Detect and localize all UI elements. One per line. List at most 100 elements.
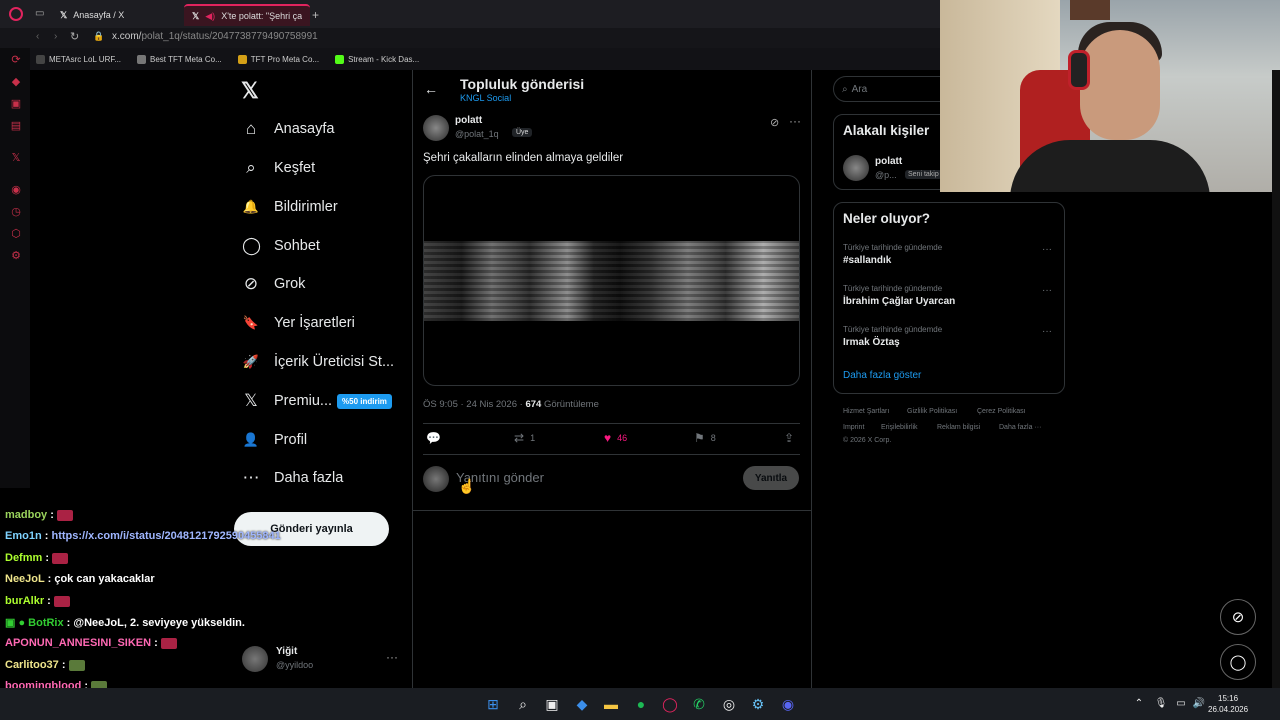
bookmark-metasrc[interactable]: METAsrc LoL URF...	[36, 54, 121, 64]
nav-chat[interactable]: ◯ Sohbet	[242, 232, 320, 260]
tab-home[interactable]: 𝕏 Anasayfa / X	[52, 4, 180, 26]
post-media[interactable]	[423, 175, 800, 386]
footer-link[interactable]: Reklam bilgisi	[937, 424, 980, 431]
network-icon[interactable]: ▭	[1172, 695, 1190, 713]
opera-icon[interactable]: ◯	[661, 695, 679, 713]
nav-premium[interactable]: 𝕏 Premiu...	[242, 387, 332, 415]
folder-icon[interactable]: ▬	[602, 695, 620, 713]
reply-button[interactable]: 💬	[426, 431, 447, 445]
post-photo[interactable]	[424, 241, 799, 321]
bookmark-kick[interactable]: Stream - Kick Das...	[335, 54, 419, 64]
repost-button[interactable]: ⇄ 1	[514, 431, 535, 445]
bookmark-tft-meta[interactable]: Best TFT Meta Co...	[137, 54, 222, 64]
sidebar-shortcut-icon[interactable]: ▣	[10, 98, 22, 110]
premium-discount-badge: %50 indirim	[337, 394, 392, 409]
back-arrow-icon[interactable]: ←	[424, 81, 438, 97]
forward-icon[interactable]: ›	[54, 31, 57, 42]
reload-icon[interactable]: ↻	[70, 30, 79, 43]
chat-emote-icon	[52, 552, 69, 564]
reply-submit-button[interactable]: Yanıtla	[743, 466, 799, 490]
post-time[interactable]: ÖS 9:05 · 24 Nis 2026 ·	[423, 399, 525, 410]
chat-link[interactable]: https://x.com/i/status/20481217925904558…	[51, 530, 280, 542]
chat-username[interactable]: NeeJoL	[5, 573, 45, 585]
spotify-icon[interactable]: ●	[632, 695, 650, 713]
volume-icon[interactable]: 🔊	[1190, 695, 1208, 713]
tab-overview-icon[interactable]: ▭	[35, 8, 44, 19]
url-field[interactable]: x.com/polat_1q/status/204773877949075899…	[112, 31, 318, 42]
footer-link[interactable]: Gizlilik Politikası	[907, 408, 957, 415]
x-sidebar-icon[interactable]: 𝕏	[10, 152, 22, 164]
footer-link[interactable]: Imprint	[843, 424, 864, 431]
nav-grok[interactable]: ⊘ Grok	[242, 270, 306, 298]
more-icon[interactable]: ···	[1042, 326, 1052, 337]
whatsapp-icon[interactable]: ✆	[690, 695, 708, 713]
bookmark-tft-pro[interactable]: TFT Pro Meta Co...	[237, 54, 319, 64]
nav-home[interactable]: ⌂ Anasayfa	[242, 115, 335, 143]
sidebar-shortcut-icon[interactable]: ◉	[10, 184, 22, 196]
nav-bookmarks[interactable]: 🔖 Yer İşaretleri	[242, 309, 355, 337]
footer-link[interactable]: Çerez Politikası	[977, 408, 1026, 415]
more-icon[interactable]: ···	[1042, 244, 1052, 255]
nav-more[interactable]: ⋯ Daha fazla	[242, 464, 344, 492]
post-author-handle[interactable]: @polat_1q	[455, 129, 499, 139]
scrollbar[interactable]	[1272, 70, 1280, 688]
chat-username[interactable]: Defmm	[5, 552, 42, 564]
more-icon[interactable]: ···	[1042, 285, 1052, 296]
show-more-link[interactable]: Daha fazla göster	[843, 370, 921, 381]
avatar[interactable]	[423, 115, 449, 141]
vscode-icon[interactable]: ◆	[573, 695, 591, 713]
trend-item[interactable]: İbrahim Çağlar Uyarcan	[843, 296, 955, 307]
community-link[interactable]: KNGL Social	[460, 93, 511, 103]
grok-floating-button[interactable]: ⊘	[1220, 599, 1256, 635]
taskbar-clock[interactable]: 15:16 26.04.2026	[1208, 693, 1248, 715]
footer-link[interactable]: Hizmet Şartları	[843, 408, 889, 415]
tray-chevron-icon[interactable]: ⌃	[1130, 695, 1148, 713]
nav-label: Daha fazla	[274, 470, 344, 486]
nav-notifications[interactable]: 🔔 Bildirimler	[242, 193, 338, 221]
chat-username[interactable]: Carlitoo37	[5, 659, 59, 671]
chat-username[interactable]: burAlkr	[5, 595, 44, 607]
nav-label: Keşfet	[274, 160, 316, 176]
sidebar-shortcut-icon[interactable]: ⟳	[10, 54, 22, 66]
chat-username[interactable]: BotRix	[28, 617, 63, 629]
person-name[interactable]: polatt	[875, 156, 902, 167]
steam-icon[interactable]: ⚙	[749, 695, 767, 713]
nav-explore[interactable]: ⌕ Keşfet	[242, 154, 315, 182]
history-icon[interactable]: ◷	[10, 206, 22, 218]
discord-icon[interactable]: ◉	[779, 695, 797, 713]
chat-text: çok can yakacaklar	[54, 573, 155, 585]
tab-post[interactable]: 𝕏 ◀) X'te polatt: "Şehri çakalların	[184, 4, 310, 26]
share-button[interactable]: ⇪	[784, 431, 794, 445]
chat-username[interactable]: Emo1n	[5, 530, 42, 542]
footer-link[interactable]: Daha fazla ···	[999, 424, 1041, 431]
search-icon[interactable]: ⌕	[514, 695, 532, 713]
sidebar-shortcut-icon[interactable]: ⬡	[10, 228, 22, 240]
avatar[interactable]	[843, 155, 869, 181]
footer-link[interactable]: Erişilebilirlik	[881, 424, 918, 431]
sidebar-shortcut-icon[interactable]: ▤	[10, 120, 22, 132]
obs-icon[interactable]: ◎	[720, 695, 738, 713]
grok-icon[interactable]: ⊘	[770, 116, 779, 129]
settings-icon[interactable]: ⚙	[10, 250, 22, 262]
chat-username[interactable]: madboy	[5, 509, 47, 521]
microphone-icon[interactable]: 🎙	[1152, 695, 1170, 713]
opera-logo-icon[interactable]	[9, 7, 23, 21]
trend-item[interactable]: Irmak Öztaş	[843, 337, 900, 348]
chat-username[interactable]: APONUN_ANNESINI_SIKEN	[5, 637, 151, 649]
sidebar-shortcut-icon[interactable]: ◆	[10, 76, 22, 88]
nav-creator-studio[interactable]: 🚀 İçerik Üreticisi St...	[242, 348, 394, 376]
x-logo-icon[interactable]: 𝕏	[241, 78, 259, 104]
like-button[interactable]: ♥ 46	[604, 431, 627, 445]
task-view-icon[interactable]: ▣	[543, 695, 561, 713]
start-icon[interactable]: ⊞	[484, 695, 502, 713]
new-tab-button[interactable]: +	[312, 8, 319, 22]
back-icon[interactable]: ‹	[36, 31, 39, 42]
nav-profile[interactable]: 👤 Profil	[242, 426, 307, 454]
trend-item[interactable]: #sallandık	[843, 255, 891, 266]
tab-label: Anasayfa / X	[73, 10, 125, 20]
post-author-name[interactable]: polatt	[455, 115, 482, 126]
audio-icon[interactable]: ◀)	[205, 11, 215, 22]
more-icon[interactable]: ···	[789, 114, 801, 128]
bookmark-button[interactable]: ⚑ 8	[694, 431, 716, 445]
messages-floating-button[interactable]: ◯	[1220, 644, 1256, 680]
